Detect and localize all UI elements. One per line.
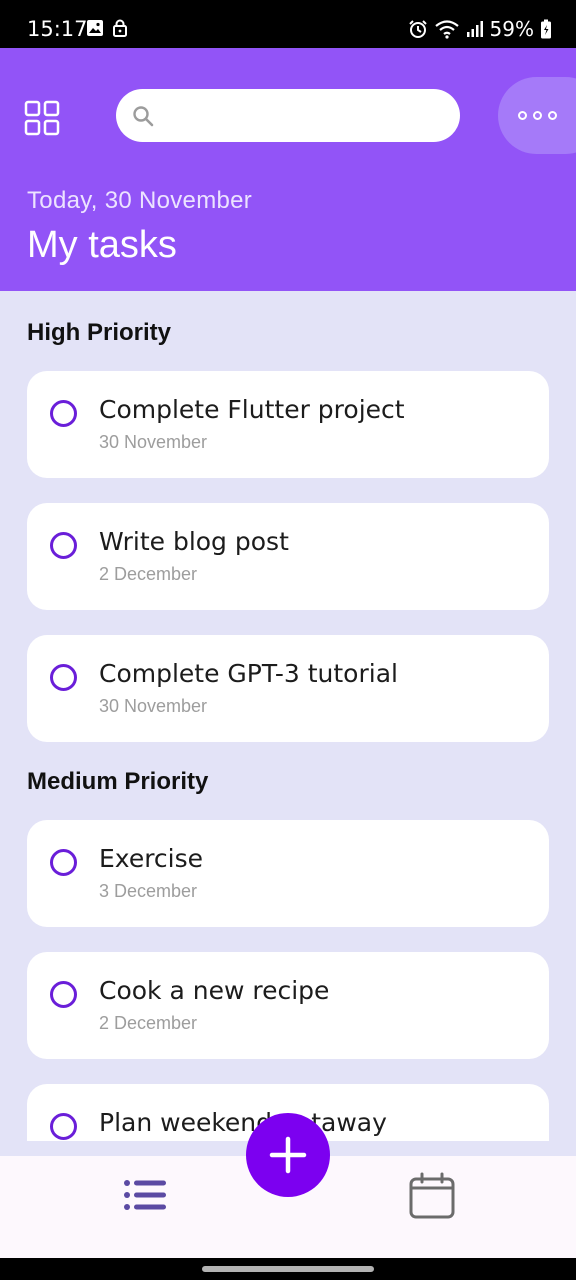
signal-icon <box>466 21 483 37</box>
task-title: Exercise <box>99 844 204 873</box>
grid-icon[interactable] <box>24 100 60 136</box>
task-card[interactable]: Complete GPT-3 tutorial 30 November <box>27 635 549 742</box>
page-title: My tasks <box>27 224 177 266</box>
battery-percent: 59% <box>489 17 534 41</box>
more-button[interactable] <box>498 77 576 154</box>
task-card[interactable]: Write blog post 2 December <box>27 503 549 610</box>
list-icon[interactable] <box>122 1178 168 1212</box>
gallery-icon <box>87 20 103 36</box>
task-card[interactable]: Cook a new recipe 2 December <box>27 952 549 1059</box>
task-checkbox[interactable] <box>50 1113 77 1140</box>
task-title: Cook a new recipe <box>99 976 330 1005</box>
calendar-icon[interactable] <box>408 1172 456 1220</box>
task-title: Plan weekend getaway <box>99 1108 387 1137</box>
header-date: Today, 30 November <box>27 187 253 214</box>
task-checkbox[interactable] <box>50 400 77 427</box>
task-checkbox[interactable] <box>50 532 77 559</box>
task-checkbox[interactable] <box>50 664 77 691</box>
status-time: 15:17 <box>27 17 88 41</box>
home-indicator[interactable] <box>202 1266 374 1272</box>
task-title: Complete GPT-3 tutorial <box>99 659 398 688</box>
task-date: 30 November <box>99 432 208 452</box>
task-date: 2 December <box>99 1013 198 1033</box>
search-box <box>116 89 460 142</box>
task-title: Complete Flutter project <box>99 395 405 424</box>
search-icon <box>133 106 154 127</box>
task-checkbox[interactable] <box>50 849 77 876</box>
task-title: Write blog post <box>99 527 289 556</box>
alarm-icon <box>408 20 427 38</box>
task-card[interactable]: Exercise 3 December <box>27 820 549 927</box>
battery-icon <box>541 19 551 39</box>
add-task-button[interactable] <box>246 1113 330 1197</box>
task-date: 2 December <box>99 564 198 584</box>
task-date: 30 November <box>99 696 208 716</box>
search-input[interactable] <box>166 89 446 142</box>
lock-icon <box>113 19 127 37</box>
task-checkbox[interactable] <box>50 981 77 1008</box>
section-title-medium: Medium Priority <box>27 768 209 795</box>
gesture-area <box>0 1258 576 1280</box>
task-list: High Priority Complete Flutter project 3… <box>0 291 576 1141</box>
app-header: Today, 30 November My tasks <box>0 48 576 291</box>
status-bar: 15:17 59% <box>0 0 576 48</box>
more-dots-icon <box>518 111 557 120</box>
plus-icon <box>269 1136 307 1174</box>
section-title-high: High Priority <box>27 319 172 346</box>
task-card[interactable]: Complete Flutter project 30 November <box>27 371 549 478</box>
wifi-icon <box>434 20 459 39</box>
task-date: 3 December <box>99 881 198 901</box>
